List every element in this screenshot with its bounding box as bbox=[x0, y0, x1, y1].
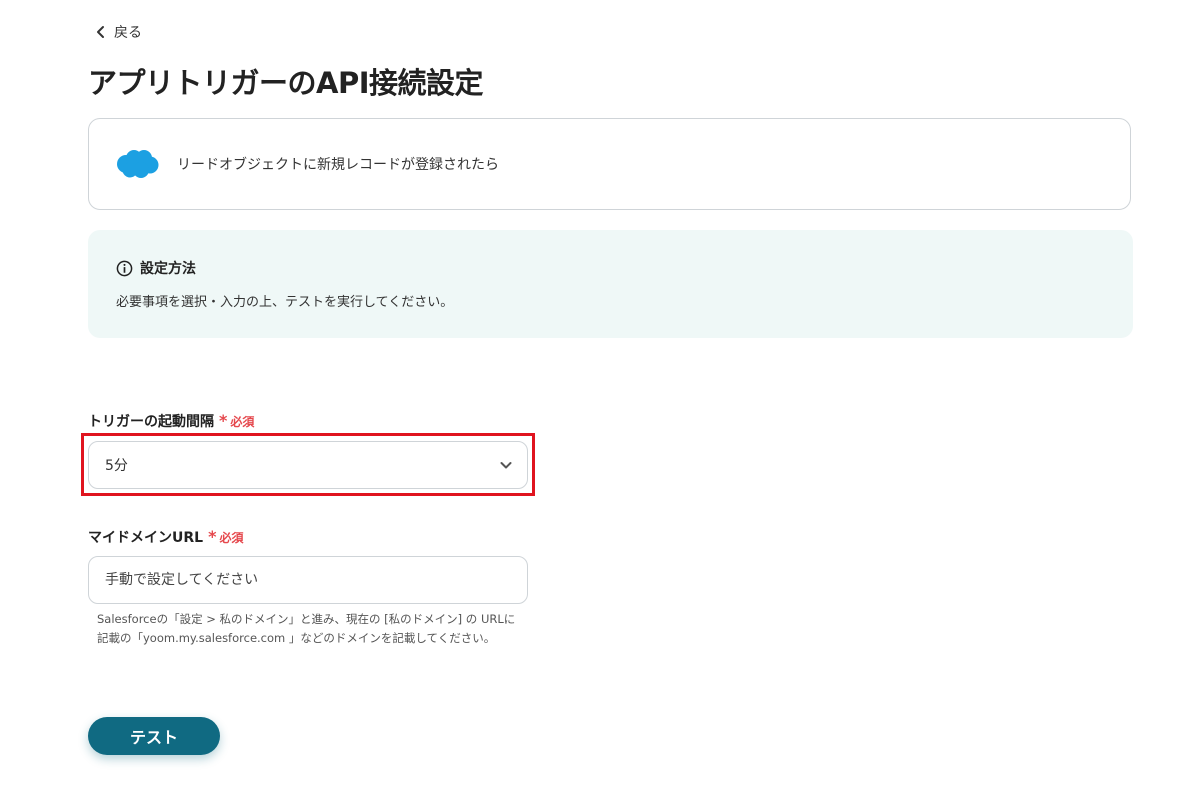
interval-select[interactable]: 5分 bbox=[88, 441, 528, 489]
chevron-left-icon bbox=[97, 26, 104, 38]
domain-label: マイドメインURL * 必須 bbox=[88, 527, 243, 547]
interval-label-text: トリガーの起動間隔 bbox=[88, 414, 214, 430]
required-text: 必須 bbox=[219, 531, 244, 545]
domain-input[interactable] bbox=[88, 556, 528, 604]
help-line: 記載の「yoom.my.salesforce.com 」などのドメインを記載して… bbox=[97, 631, 496, 645]
domain-help-text: Salesforceの「設定 > 私のドメイン」と進み、現在の [私のドメイン]… bbox=[97, 610, 515, 648]
required-badge: * 必須 bbox=[219, 413, 254, 430]
help-line: Salesforceの「設定 > 私のドメイン」と進み、現在の [私のドメイン]… bbox=[97, 612, 516, 626]
info-icon bbox=[116, 260, 133, 276]
info-body: 必要事項を選択・入力の上、テストを実行してください。 bbox=[116, 295, 454, 310]
asterisk-icon: * bbox=[208, 527, 217, 546]
trigger-card: リードオブジェクトに新規レコードが登録されたら bbox=[88, 118, 1131, 210]
info-heading-row: 設定方法 bbox=[116, 258, 1133, 278]
back-label: 戻る bbox=[114, 25, 142, 41]
page-title: アプリトリガーのAPI接続設定 bbox=[88, 66, 484, 100]
test-button[interactable]: テスト bbox=[88, 717, 220, 755]
info-heading: 設定方法 bbox=[140, 261, 196, 277]
interval-select-value: 5分 bbox=[105, 458, 128, 474]
required-badge: * 必須 bbox=[208, 529, 243, 546]
required-text: 必須 bbox=[230, 415, 255, 429]
chevron-down-icon bbox=[500, 462, 512, 469]
back-link[interactable]: 戻る bbox=[94, 22, 142, 42]
domain-label-text: マイドメインURL bbox=[88, 530, 204, 546]
salesforce-cloud-icon bbox=[115, 149, 159, 179]
trigger-description: リードオブジェクトに新規レコードが登録されたら bbox=[177, 157, 499, 173]
info-box: 設定方法 必要事項を選択・入力の上、テストを実行してください。 bbox=[88, 230, 1133, 338]
asterisk-icon: * bbox=[219, 411, 228, 430]
interval-label: トリガーの起動間隔 * 必須 bbox=[88, 411, 254, 431]
